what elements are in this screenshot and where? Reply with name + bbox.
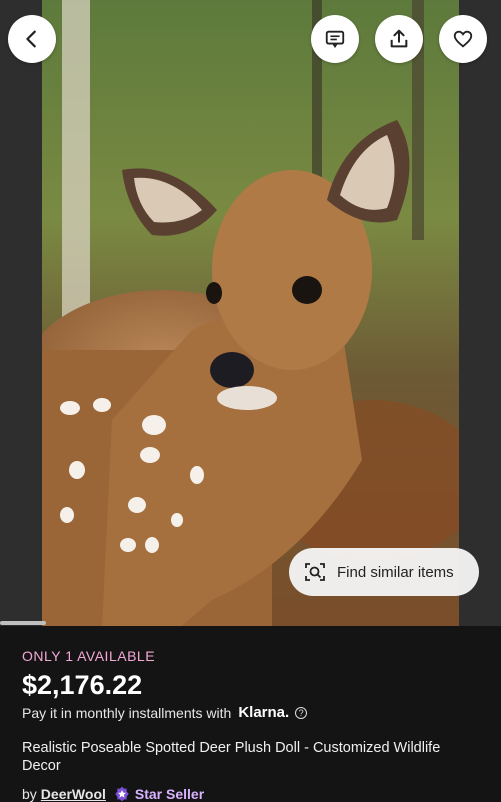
price: $2,176.22 <box>22 670 143 700</box>
share-button[interactable] <box>375 15 423 63</box>
image-pager-indicator <box>0 621 46 625</box>
find-similar-label: Find similar items <box>337 563 454 581</box>
listing-info: ONLY 1 AVAILABLE $2,176.22 Pay it in mon… <box>0 626 501 802</box>
find-similar-button[interactable]: Find similar items <box>289 548 479 596</box>
messages-button[interactable] <box>311 15 359 63</box>
product-image-area[interactable]: Find similar items <box>0 0 501 626</box>
installments-row[interactable]: Pay it in monthly installments with Klar… <box>22 704 308 721</box>
favorite-button[interactable] <box>439 15 487 63</box>
availability-text: ONLY 1 AVAILABLE <box>22 648 156 664</box>
visual-search-icon <box>305 563 325 581</box>
listing-title: Realistic Poseable Spotted Deer Plush Do… <box>22 740 441 774</box>
chat-icon <box>325 30 345 48</box>
product-photo[interactable] <box>42 0 459 626</box>
chevron-left-icon <box>26 30 36 48</box>
image-side-panel-right <box>459 0 501 626</box>
help-icon[interactable]: ? <box>295 706 308 719</box>
share-icon <box>390 29 408 48</box>
image-side-panel-left <box>0 0 42 626</box>
klarna-logo: Klarna. <box>238 704 290 721</box>
installments-text: Pay it in monthly installments with <box>22 704 232 721</box>
heart-icon <box>453 30 473 48</box>
back-button[interactable] <box>8 15 56 63</box>
